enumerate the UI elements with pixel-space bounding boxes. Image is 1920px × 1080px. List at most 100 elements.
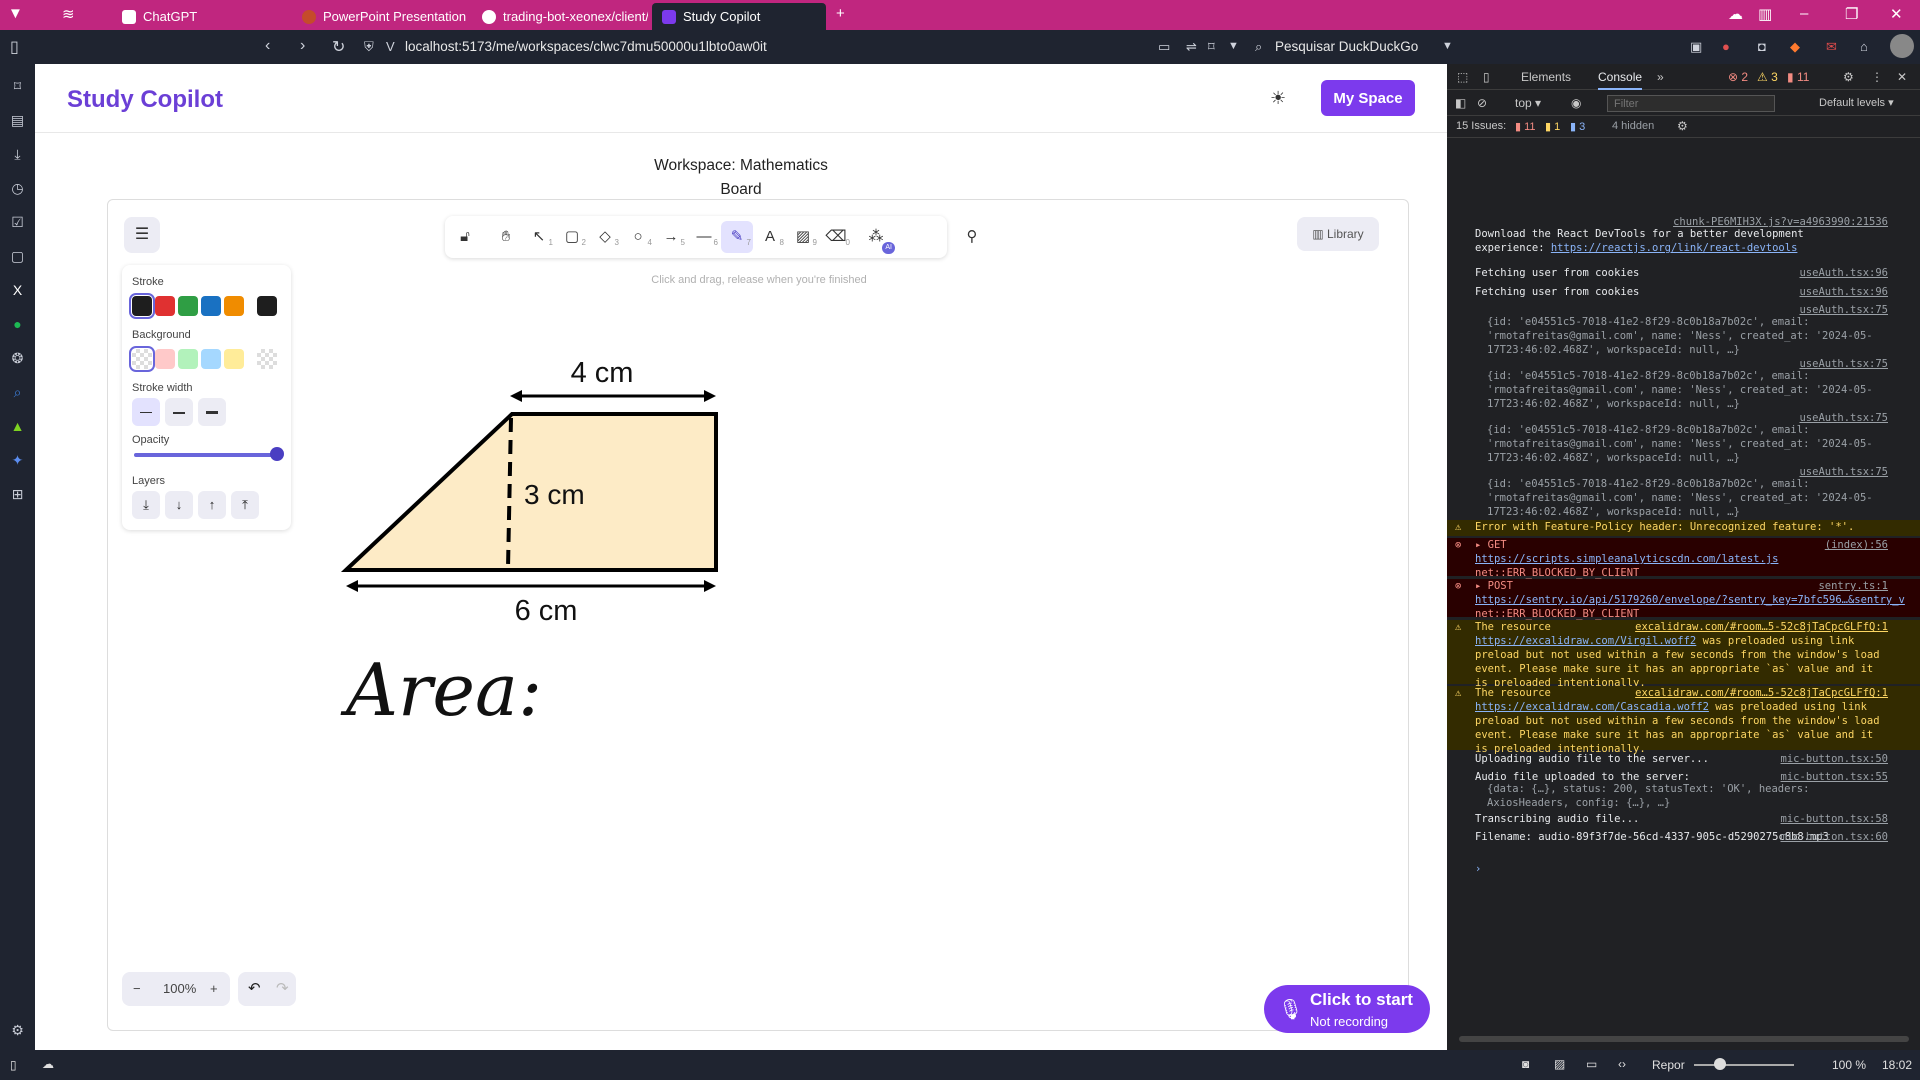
panel-toggle-icon[interactable]: ▯	[10, 1058, 17, 1072]
code-icon[interactable]: ‹›	[1618, 1057, 1626, 1071]
send-to-back-icon[interactable]: ⤓	[132, 491, 160, 519]
log-source-link[interactable]: excalidraw.com/#room…5-52c8jTaCpcGLFfQ:1	[1635, 620, 1888, 634]
console-prompt[interactable]: ›	[1447, 862, 1920, 876]
background-current-color[interactable]	[257, 349, 277, 369]
devtools-horizontal-scrollbar[interactable]	[1459, 1036, 1909, 1042]
minimize-icon[interactable]: –	[1800, 5, 1808, 22]
restore-icon[interactable]: ❐	[1845, 5, 1858, 23]
extension-badge-icon[interactable]: ●	[1722, 39, 1730, 54]
log-source-link[interactable]: mic-button.tsx:60	[1781, 830, 1888, 844]
sync-cloud-icon[interactable]: ☁	[42, 1057, 54, 1071]
tab-elements[interactable]: Elements	[1521, 70, 1571, 84]
tab-stacks-icon[interactable]: ≋	[62, 5, 75, 23]
camera-icon[interactable]: ▭	[1158, 39, 1170, 55]
trash-icon[interactable]: ▥	[1758, 5, 1772, 23]
background-green-swatch[interactable]	[178, 349, 198, 369]
search-panel-icon[interactable]: ⌕	[9, 384, 26, 401]
my-space-button[interactable]: My Space	[1321, 80, 1415, 116]
console-error[interactable]: ⊗ ▸ GET (index):56 https://scripts.simplean…	[1447, 538, 1920, 579]
devtools-settings-icon[interactable]: ⚙	[1843, 70, 1854, 84]
undo-icon[interactable]: ↶	[248, 972, 261, 1006]
eraser-icon[interactable]: ⌫ 0	[820, 221, 852, 253]
shield-icon[interactable]: ⛨	[364, 39, 374, 55]
android-icon[interactable]: ▲	[9, 418, 26, 435]
react-devtools-link[interactable]: https://reactjs.org/link/react-devtools	[1551, 242, 1798, 254]
draw-icon[interactable]: ✎ 7	[721, 221, 753, 253]
link-icon[interactable]: ⚲	[956, 221, 988, 253]
sidebar-toggle-icon[interactable]: ◧	[1455, 96, 1466, 110]
trapezoid-drawing[interactable]: 4 cm 3 cm 6 cm Area:	[338, 300, 818, 720]
image-icon[interactable]: ▨ 9	[787, 221, 819, 253]
bring-to-front-icon[interactable]: ⤒	[231, 491, 259, 519]
console-object[interactable]: useAuth.tsx:75 {id: 'e04551c5-7018-41e2-8…	[1447, 411, 1920, 465]
console-error[interactable]: ⊗ ▸ POST sentry.ts:1 https://sentry.io/api/…	[1447, 579, 1920, 620]
tab-github[interactable]: trading-bot-xeonex/client/s	[472, 3, 648, 30]
text-icon[interactable]: A8	[754, 221, 786, 253]
tab-chatgpt[interactable]: ChatGPT	[112, 3, 288, 30]
panel-toggle-icon[interactable]: ▯	[10, 37, 19, 57]
log-source-link[interactable]: excalidraw.com/#room…5-52c8jTaCpcGLFfQ:1	[1635, 686, 1888, 700]
zoom-out-icon[interactable]: −	[133, 972, 141, 1006]
add-panel-icon[interactable]: ⊞	[9, 486, 26, 503]
console-object[interactable]: useAuth.tsx:75 {id: 'e04551c5-7018-41e2-8…	[1447, 357, 1920, 411]
x-twitter-icon[interactable]: X	[9, 282, 26, 299]
warning-count[interactable]: ⚠ 3	[1757, 70, 1778, 84]
background-blue-swatch[interactable]	[201, 349, 221, 369]
console-object[interactable]: useAuth.tsx:75 {id: 'e04551c5-7018-41e2-8…	[1447, 303, 1920, 357]
ellipse-icon[interactable]: ○ 4	[622, 221, 654, 253]
clear-console-icon[interactable]: ⊘	[1477, 96, 1487, 110]
stroke-green-swatch[interactable]	[178, 296, 198, 316]
log-source-link[interactable]: mic-button.tsx:50	[1781, 752, 1888, 766]
handwritten-area-text[interactable]: Area:	[340, 648, 542, 720]
whiteboard[interactable]: ☰ 🔓︎ ✋︎ ↖ 1 ▢ 2 ◇ 3 ○ 4 → 5 —6 ✎ 7 A8 ▨ 9 ⌫ 0 ⁂ A…	[107, 199, 1409, 1031]
sparkle-icon[interactable]: ✦	[9, 452, 26, 469]
log-source-link[interactable]: useAuth.tsx:75	[1799, 411, 1888, 425]
console-filter-input[interactable]	[1607, 95, 1775, 112]
new-tab-icon[interactable]: +	[836, 5, 845, 22]
error-url-link[interactable]: https://sentry.io/api/5179260/envelope/?…	[1475, 594, 1905, 606]
rectangle-icon[interactable]: ▢ 2	[556, 221, 588, 253]
stroke-current-color[interactable]	[257, 296, 277, 316]
font-url-link[interactable]: https://excalidraw.com/Virgil.woff2	[1475, 635, 1696, 647]
url-field[interactable]: localhost:5173/me/workspaces/clwc7dmu500…	[405, 39, 767, 54]
ai-icon[interactable]: ⁂ AI	[860, 221, 895, 254]
capture-icon[interactable]: ▣	[1690, 39, 1702, 55]
dropdown-icon[interactable]: ▼	[1228, 40, 1239, 52]
tab-powerpoint[interactable]: PowerPoint Presentation	[292, 3, 468, 30]
brand-logo[interactable]: Study Copilot	[67, 86, 223, 114]
zoom-slider[interactable]	[1694, 1064, 1794, 1066]
screenshot-icon[interactable]: ◘	[1758, 39, 1766, 54]
settings-icon[interactable]: ⚙	[9, 1022, 26, 1039]
search-engine-dropdown-icon[interactable]: ▼	[1442, 40, 1453, 52]
bookmarks-panel-icon[interactable]: ⌑	[9, 78, 26, 95]
selection-icon[interactable]: ↖ 1	[523, 221, 555, 253]
search-field[interactable]: Pesquisar DuckDuckGo	[1275, 39, 1418, 54]
capture-icon[interactable]: ◙	[1522, 1057, 1529, 1071]
notes-icon[interactable]: ☑	[9, 214, 26, 231]
devtools-close-icon[interactable]: ✕	[1897, 70, 1907, 84]
record-button[interactable]: 🎙︎ Click to start Not recording	[1264, 985, 1430, 1033]
library-button[interactable]: ▥ Library	[1297, 217, 1379, 251]
arrow-icon[interactable]: → 5	[655, 221, 687, 253]
issues-bar[interactable]: 15 Issues: ▮ 11 ▮ 1 ▮ 3 4 hidden ⚙	[1447, 116, 1920, 138]
tab-study-copilot[interactable]: Study Copilot	[652, 3, 826, 30]
log-source-link[interactable]: useAuth.tsx:75	[1799, 303, 1888, 317]
lock-icon[interactable]: 🔓︎	[449, 221, 481, 253]
issues-settings-icon[interactable]: ⚙	[1677, 119, 1688, 133]
console-object[interactable]: useAuth.tsx:75 {id: 'e04551c5-7018-41e2-8…	[1447, 465, 1920, 519]
reload-icon[interactable]: ↻	[332, 37, 345, 57]
zoom-slider-thumb[interactable]	[1714, 1058, 1726, 1070]
diamond-icon[interactable]: ◇ 3	[589, 221, 621, 253]
log-source-link[interactable]: mic-button.tsx:58	[1781, 812, 1888, 826]
log-source-link[interactable]: useAuth.tsx:96	[1799, 266, 1888, 280]
zoom-level[interactable]: 100%	[163, 972, 196, 1006]
bring-forward-icon[interactable]: ↑	[198, 491, 226, 519]
context-selector[interactable]: top ▾	[1515, 96, 1541, 110]
line-icon[interactable]: —6	[688, 221, 720, 253]
back-icon[interactable]: ‹	[265, 37, 270, 55]
reading-list-icon[interactable]: ▤	[9, 112, 26, 129]
tab-console[interactable]: Console	[1598, 70, 1643, 90]
zoom-reset-label[interactable]: Repor	[1652, 1058, 1685, 1072]
opacity-slider[interactable]	[134, 453, 278, 457]
live-expression-icon[interactable]: ◉	[1571, 96, 1581, 110]
